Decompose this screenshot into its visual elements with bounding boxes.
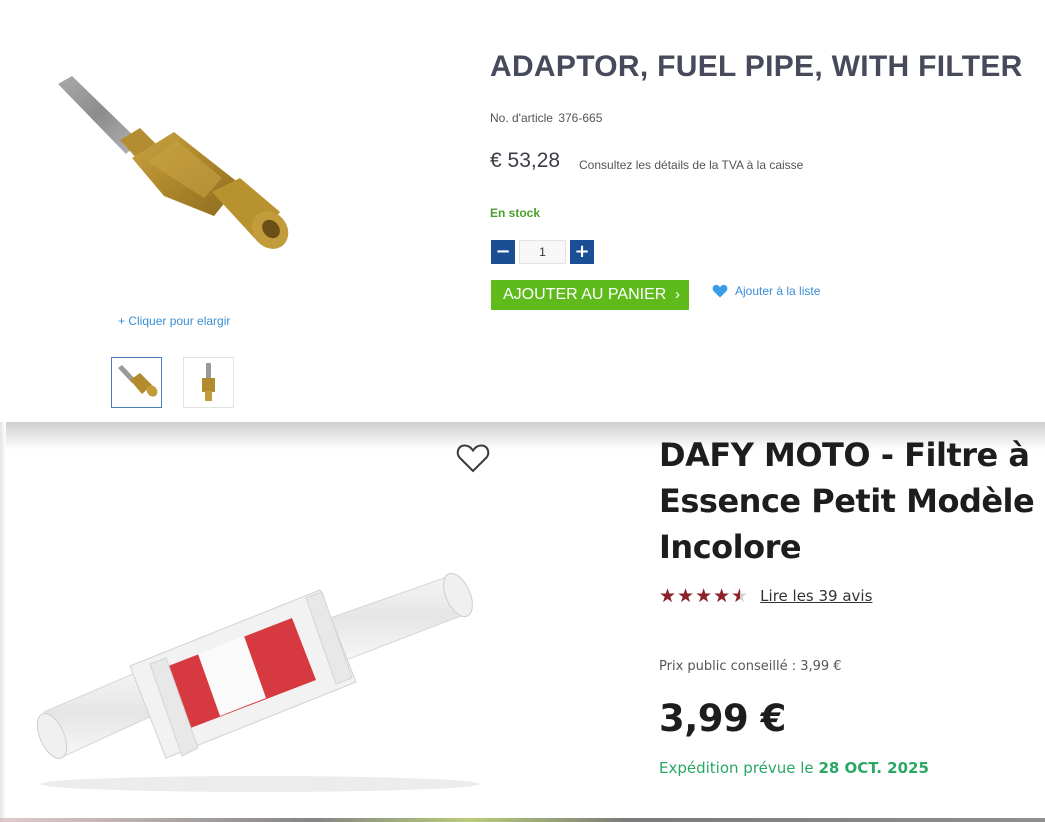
product-panel-fuel-filter: DAFY MOTO - Filtre à Essence Petit Modèl…: [0, 422, 1045, 822]
product-price: 3,99 €: [659, 697, 786, 740]
add-to-cart-label: AJOUTER AU PANIER: [503, 286, 667, 303]
quantity-increase-button[interactable]: +: [570, 240, 594, 264]
shipping-estimate: Expédition prévue le 28 OCT. 2025: [659, 759, 929, 777]
product-price: € 53,28: [490, 149, 561, 172]
article-number-value: 376-665: [558, 111, 603, 125]
cropped-image-strip: [0, 818, 1045, 822]
quantity-decrease-button[interactable]: −: [491, 240, 515, 264]
product-image-fuel-adaptor[interactable]: [44, 66, 304, 266]
vat-note: Consultez les détails de la TVA à la cai…: [579, 158, 804, 172]
heart-icon: [712, 284, 728, 298]
product-panel-adaptor: + Cliquer pour elargir ADAPTOR, FUEL PIP…: [0, 0, 1045, 422]
article-number-label: No. d'article: [490, 111, 553, 125]
quantity-input[interactable]: [519, 240, 566, 264]
favorite-heart-icon[interactable]: [456, 442, 490, 474]
rating-stars: ★★★★★ ★★★★★: [659, 586, 749, 606]
panel-left-edge: [0, 422, 6, 822]
add-to-cart-button[interactable]: AJOUTER AU PANIER ›: [491, 280, 689, 310]
rating: ★★★★★ ★★★★★ Lire les 39 avis: [659, 586, 872, 606]
article-number: No. d'article 376-665: [490, 111, 604, 125]
product-image-fuel-filter[interactable]: [30, 562, 490, 792]
recommended-retail-price: Prix public conseillé : 3,99 €: [659, 659, 842, 674]
add-to-list-link[interactable]: Ajouter à la liste: [712, 284, 820, 298]
thumbnail-2[interactable]: [183, 357, 234, 408]
shipping-date: 28 OCT. 2025: [818, 759, 929, 777]
thumbnail-1[interactable]: [111, 357, 162, 408]
product-title: ADAPTOR, FUEL PIPE, WITH FILTER: [490, 50, 1023, 83]
read-reviews-link[interactable]: Lire les 39 avis: [760, 587, 872, 605]
stock-status: En stock: [490, 206, 541, 220]
enlarge-image-link[interactable]: + Cliquer pour elargir: [118, 314, 230, 328]
add-to-list-label: Ajouter à la liste: [735, 284, 821, 298]
chevron-right-icon: ›: [675, 286, 680, 303]
shipping-label: Expédition prévue le: [659, 759, 819, 777]
stars-filled: ★★★★★: [659, 586, 740, 606]
product-title: DAFY MOTO - Filtre à Essence Petit Modèl…: [659, 436, 1035, 566]
